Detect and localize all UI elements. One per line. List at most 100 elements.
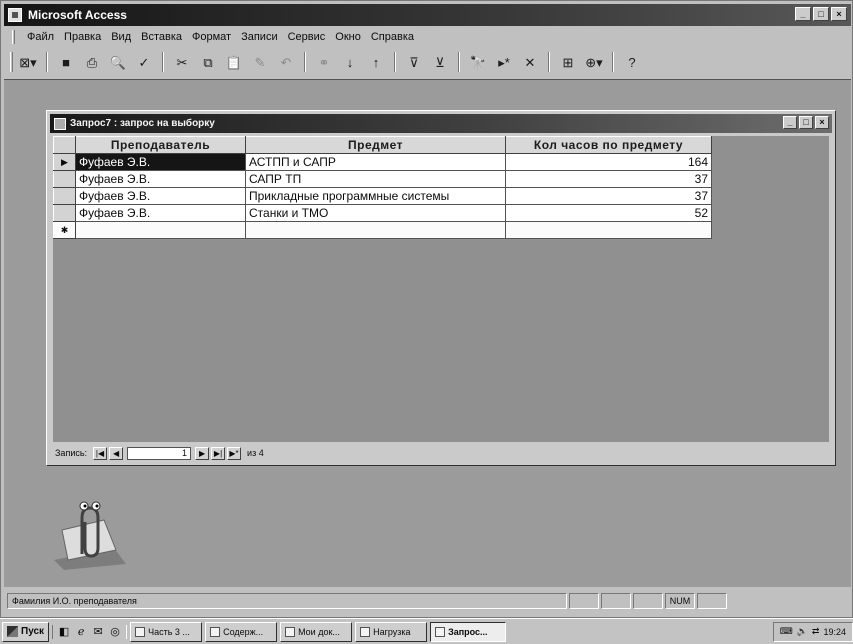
teacher-cell[interactable]: Фуфаев Э.В. (75, 153, 246, 171)
query-title-bar[interactable]: Запрос7 : запрос на выборку _ □ × (50, 114, 832, 133)
table-row: Фуфаев Э.В. САПР ТП 37 (53, 170, 712, 188)
query-title: Запрос7 : запрос на выборку (70, 118, 215, 129)
last-record-button[interactable]: ▶| (211, 446, 226, 460)
row-selector[interactable] (53, 187, 76, 205)
format-painter-icon[interactable]: ✎ (249, 51, 271, 73)
hours-cell[interactable]: 37 (505, 170, 712, 188)
new-record-nav-button[interactable]: ▶* (227, 446, 242, 460)
menu-help[interactable]: Справка (371, 31, 414, 43)
menu-window[interactable]: Окно (335, 31, 361, 43)
clock[interactable]: 19:24 (823, 627, 846, 637)
query-icon (435, 626, 446, 637)
view-icon[interactable]: ⊠▾ (17, 51, 39, 73)
menu-file[interactable]: Файл (27, 31, 54, 43)
toolbar-separator (548, 52, 550, 72)
taskbar-button-query[interactable]: Запрос... (430, 621, 507, 642)
subject-cell[interactable]: Станки и ТМО (245, 204, 506, 222)
find-icon[interactable]: 🔭 (467, 51, 489, 73)
query-maximize-button[interactable]: □ (799, 116, 813, 129)
office-assistant-clippy-icon[interactable] (44, 490, 134, 570)
previous-record-button[interactable]: ◀ (109, 446, 124, 460)
hours-cell[interactable]: 52 (505, 204, 712, 222)
query-minimize-button[interactable]: _ (783, 116, 797, 129)
database-window-icon[interactable]: ⊞ (557, 51, 579, 73)
language-indicator-icon[interactable]: ⌨ (780, 626, 793, 637)
subject-cell[interactable]: САПР ТП (245, 170, 506, 188)
cut-icon[interactable]: ✂ (171, 51, 193, 73)
new-hours-cell[interactable] (505, 221, 712, 239)
filter-by-form-icon[interactable]: ⊻ (429, 51, 451, 73)
menu-view[interactable]: Вид (111, 31, 131, 43)
menu-tools[interactable]: Сервис (288, 31, 326, 43)
query-datasheet-window: Запрос7 : запрос на выборку _ □ × Препод… (46, 110, 836, 466)
print-icon[interactable]: ⎙ (81, 51, 103, 73)
taskbar-button-my-documents[interactable]: Мои док... (280, 621, 353, 642)
hyperlink-icon[interactable]: ⚭ (313, 51, 335, 73)
menu-records[interactable]: Записи (241, 31, 278, 43)
copy-icon[interactable]: ⧉ (197, 51, 219, 73)
sort-descending-icon[interactable]: ↑ (365, 51, 387, 73)
record-label: Запись: (55, 448, 88, 458)
next-record-button[interactable]: ▶ (195, 446, 210, 460)
menu-edit[interactable]: Правка (64, 31, 101, 43)
toolbar-separator (394, 52, 396, 72)
sort-ascending-icon[interactable]: ↓ (339, 51, 361, 73)
row-selector[interactable] (53, 204, 76, 222)
select-all-cell[interactable] (53, 136, 76, 154)
hours-cell[interactable]: 164 (505, 153, 712, 171)
status-text: Фамилия И.О. преподавателя (7, 593, 567, 609)
teacher-cell[interactable]: Фуфаев Э.В. (75, 187, 246, 205)
word-doc-icon (135, 626, 146, 637)
maximize-button[interactable]: □ (813, 7, 829, 21)
column-header-hours[interactable]: Кол часов по предмету (505, 136, 712, 154)
delete-record-icon[interactable]: ✕ (519, 51, 541, 73)
taskbar-button-contents[interactable]: Содерж... (205, 621, 278, 642)
filter-by-selection-icon[interactable]: ⊽ (403, 51, 425, 73)
new-object-icon[interactable]: ⊕▾ (583, 51, 605, 73)
print-preview-icon[interactable]: 🔍 (107, 51, 129, 73)
windows-taskbar: Пуск ◧ ℯ ✉ ◎ Часть 3 ... Содерж... Мои д… (0, 618, 853, 644)
new-record-icon[interactable]: ▸* (493, 51, 515, 73)
show-desktop-icon[interactable]: ◧ (57, 625, 71, 639)
new-teacher-cell[interactable] (75, 221, 246, 239)
record-total: из 4 (247, 448, 264, 458)
toolbar-grip[interactable] (10, 52, 13, 72)
record-number-field[interactable]: 1 (127, 446, 192, 460)
spell-check-icon[interactable]: ✓ (133, 51, 155, 73)
close-button[interactable]: × (831, 7, 847, 21)
first-record-button[interactable]: |◀ (93, 446, 108, 460)
current-record-indicator-icon[interactable]: ▶ (53, 153, 76, 171)
folder-icon (285, 626, 296, 637)
column-header-teacher[interactable]: Преподаватель (75, 136, 246, 154)
task-label: Часть 3 ... (148, 626, 190, 637)
title-bar[interactable]: Microsoft Access _ □ × (4, 4, 851, 26)
hours-cell[interactable]: 37 (505, 187, 712, 205)
start-button[interactable]: Пуск (2, 621, 50, 642)
teacher-cell[interactable]: Фуфаев Э.В. (75, 204, 246, 222)
new-record-asterisk-icon[interactable]: ✱ (53, 221, 76, 239)
subject-cell[interactable]: Прикладные программные системы (245, 187, 506, 205)
internet-explorer-icon[interactable]: ℯ (74, 625, 88, 639)
network-icon[interactable]: ⇄ (812, 626, 820, 637)
menu-format[interactable]: Формат (192, 31, 231, 43)
channels-icon[interactable]: ◎ (108, 625, 122, 639)
volume-icon[interactable]: 🔈 (797, 626, 808, 637)
taskbar-button-word-part3[interactable]: Часть 3 ... (130, 621, 203, 642)
undo-icon[interactable]: ↶ (275, 51, 297, 73)
subject-cell[interactable]: АСТПП и САПР (245, 153, 506, 171)
access-app-icon[interactable] (8, 8, 22, 22)
help-icon[interactable]: ? (621, 51, 643, 73)
teacher-cell[interactable]: Фуфаев Э.В. (75, 170, 246, 188)
menu-insert[interactable]: Вставка (141, 31, 182, 43)
paste-icon[interactable]: 📋 (223, 51, 245, 73)
column-header-subject[interactable]: Предмет (245, 136, 506, 154)
query-close-button[interactable]: × (815, 116, 829, 129)
outlook-icon[interactable]: ✉ (91, 625, 105, 639)
taskbar-button-load[interactable]: Нагрузка (355, 621, 428, 642)
menubar-grip[interactable] (12, 30, 15, 44)
row-selector[interactable] (53, 170, 76, 188)
minimize-button[interactable]: _ (795, 7, 811, 21)
save-icon[interactable]: ■ (55, 51, 77, 73)
new-subject-cell[interactable] (245, 221, 506, 239)
record-navigator: Запись: |◀ ◀ 1 ▶ ▶| ▶* из 4 (53, 444, 829, 462)
